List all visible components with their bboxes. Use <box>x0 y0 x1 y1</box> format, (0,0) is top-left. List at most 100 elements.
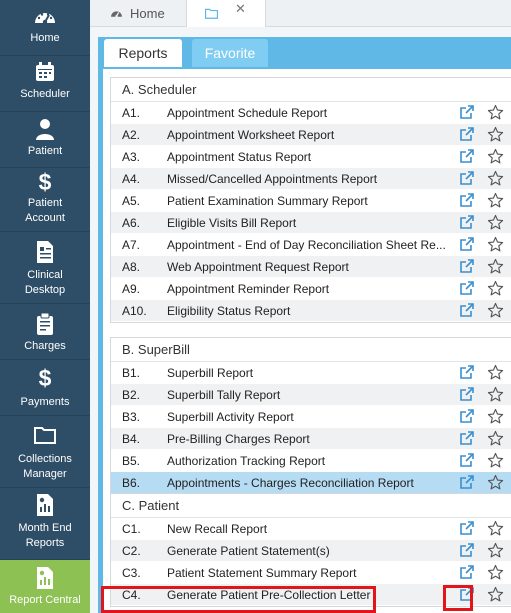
report-row[interactable]: B6. Appointments - Charges Reconciliation… <box>111 472 511 494</box>
report-row[interactable]: B3. Superbill Activity Report <box>111 406 511 428</box>
open-external-icon[interactable] <box>460 409 474 423</box>
nav-patient-account[interactable]: $ Patient Account <box>0 168 90 232</box>
favorite-star-icon[interactable] <box>487 542 504 559</box>
open-external-icon[interactable] <box>460 387 474 401</box>
report-row[interactable]: B1. Superbill Report <box>111 362 511 384</box>
report-title-link[interactable]: Pre-Billing Charges Report <box>167 432 450 446</box>
open-external-icon[interactable] <box>460 237 474 251</box>
report-title-link[interactable]: Appointment Status Report <box>167 150 450 164</box>
report-row[interactable]: A9. Appointment Reminder Report <box>111 278 511 300</box>
favorite-star-icon[interactable] <box>487 452 504 469</box>
favorite-star-icon[interactable] <box>487 148 504 165</box>
nav-clinical-desktop[interactable]: Clinical Desktop <box>0 232 90 304</box>
report-title-link[interactable]: Generate Patient Statement(s) <box>167 544 450 558</box>
nav-payments[interactable]: $ Payments <box>0 360 90 416</box>
favorite-star-icon[interactable] <box>487 214 504 231</box>
open-external-icon[interactable] <box>460 587 474 601</box>
close-tab-icon[interactable]: ✕ <box>235 1 246 17</box>
open-external-icon[interactable] <box>460 215 474 229</box>
report-title-link[interactable]: New Recall Report <box>167 522 450 536</box>
favorite-star-icon[interactable] <box>487 280 504 297</box>
tab-favorite[interactable]: Favorite <box>192 39 268 67</box>
report-title-link[interactable]: Eligibility Status Report <box>167 304 450 318</box>
open-external-icon[interactable] <box>460 431 474 445</box>
open-external-icon[interactable] <box>460 521 474 535</box>
open-external-icon[interactable] <box>460 105 474 119</box>
favorite-star-icon[interactable] <box>487 236 504 253</box>
report-row[interactable]: C3. Patient Statement Summary Report <box>111 562 511 584</box>
report-row[interactable]: A2. Appointment Worksheet Report <box>111 124 511 146</box>
favorite-star-icon[interactable] <box>487 170 504 187</box>
open-external-icon[interactable] <box>460 565 474 579</box>
favorite-star-icon[interactable] <box>487 520 504 537</box>
report-row[interactable]: B5. Authorization Tracking Report <box>111 450 511 472</box>
report-row[interactable]: A1. Appointment Schedule Report <box>111 102 511 124</box>
favorite-star-icon[interactable] <box>487 302 504 319</box>
report-row[interactable]: B4. Pre-Billing Charges Report <box>111 428 511 450</box>
report-title-link[interactable]: Authorization Tracking Report <box>167 454 450 468</box>
nav-patient[interactable]: Patient <box>0 112 90 168</box>
open-external-icon[interactable] <box>460 303 474 317</box>
open-external-icon[interactable] <box>460 475 474 489</box>
report-row[interactable]: A8. Web Appointment Request Report <box>111 256 511 278</box>
report-title-link[interactable]: Appointments - Charges Reconciliation Re… <box>167 476 450 490</box>
nav-scheduler[interactable]: Scheduler <box>0 56 90 112</box>
report-title-link[interactable]: Superbill Activity Report <box>167 410 450 424</box>
open-external-icon[interactable] <box>460 127 474 141</box>
report-row[interactable]: C1. New Recall Report <box>111 518 511 540</box>
report-title-link[interactable]: Superbill Report <box>167 366 450 380</box>
open-external-icon[interactable] <box>460 365 474 379</box>
favorite-star-icon[interactable] <box>487 126 504 143</box>
report-row[interactable]: A5. Patient Examination Summary Report <box>111 190 511 212</box>
favorite-star-icon[interactable] <box>487 564 504 581</box>
report-row[interactable]: A3. Appointment Status Report <box>111 146 511 168</box>
home-tab[interactable]: Home <box>110 0 198 27</box>
favorite-star-icon[interactable] <box>487 474 504 491</box>
report-title-link[interactable]: Web Appointment Request Report <box>167 260 450 274</box>
favorite-star-icon[interactable] <box>487 430 504 447</box>
favorite-star-icon[interactable] <box>487 364 504 381</box>
report-title-link[interactable]: Appointment Schedule Report <box>167 106 450 120</box>
favorite-star-icon[interactable] <box>487 192 504 209</box>
report-row[interactable]: B2. Superbill Tally Report <box>111 384 511 406</box>
report-row[interactable]: A10. Eligibility Status Report <box>111 300 511 322</box>
report-row[interactable]: C2. Generate Patient Statement(s) <box>111 540 511 562</box>
open-external-icon[interactable] <box>460 543 474 557</box>
report-row[interactable]: C4. Generate Patient Pre-Collection Lette… <box>111 584 511 606</box>
report-code: C1. <box>122 522 141 536</box>
nav-report-central[interactable]: Report Central <box>0 560 90 613</box>
favorite-star-icon[interactable] <box>487 258 504 275</box>
report-row[interactable]: A6. Eligible Visits Bill Report <box>111 212 511 234</box>
nav-home[interactable]: Home <box>0 0 90 56</box>
open-external-icon[interactable] <box>460 171 474 185</box>
nav-label: Report Central <box>9 594 81 606</box>
nav-charges[interactable]: Charges <box>0 304 90 360</box>
open-external-icon[interactable] <box>460 453 474 467</box>
favorite-star-icon[interactable] <box>487 586 504 603</box>
report-title-link[interactable]: Superbill Tally Report <box>167 388 450 402</box>
nav-month-end-reports[interactable]: Month End Reports <box>0 488 90 560</box>
document-icon <box>37 241 53 263</box>
report-code: A4. <box>122 172 141 186</box>
open-external-icon[interactable] <box>460 193 474 207</box>
favorite-star-icon[interactable] <box>487 104 504 121</box>
section-title: B. SuperBill <box>111 338 511 362</box>
open-external-icon[interactable] <box>460 259 474 273</box>
report-title-link[interactable]: Missed/Cancelled Appointments Report <box>167 172 450 186</box>
report-central-tab[interactable] <box>186 0 266 27</box>
open-external-icon[interactable] <box>460 149 474 163</box>
report-title-link[interactable]: Appointment Reminder Report <box>167 282 450 296</box>
report-title-link[interactable]: Patient Statement Summary Report <box>167 566 450 580</box>
report-row[interactable]: A7. Appointment - End of Day Reconciliati… <box>111 234 511 256</box>
favorite-star-icon[interactable] <box>487 386 504 403</box>
favorite-star-icon[interactable] <box>487 408 504 425</box>
report-title-link[interactable]: Appointment Worksheet Report <box>167 128 450 142</box>
report-title-link[interactable]: Generate Patient Pre-Collection Letter <box>167 588 450 602</box>
tab-reports[interactable]: Reports <box>104 39 182 67</box>
report-title-link[interactable]: Eligible Visits Bill Report <box>167 216 450 230</box>
report-title-link[interactable]: Patient Examination Summary Report <box>167 194 450 208</box>
nav-collections-manager[interactable]: Collections Manager <box>0 416 90 488</box>
report-row[interactable]: A4. Missed/Cancelled Appointments Report <box>111 168 511 190</box>
open-external-icon[interactable] <box>460 281 474 295</box>
report-title-link[interactable]: Appointment - End of Day Reconciliation … <box>167 238 450 252</box>
